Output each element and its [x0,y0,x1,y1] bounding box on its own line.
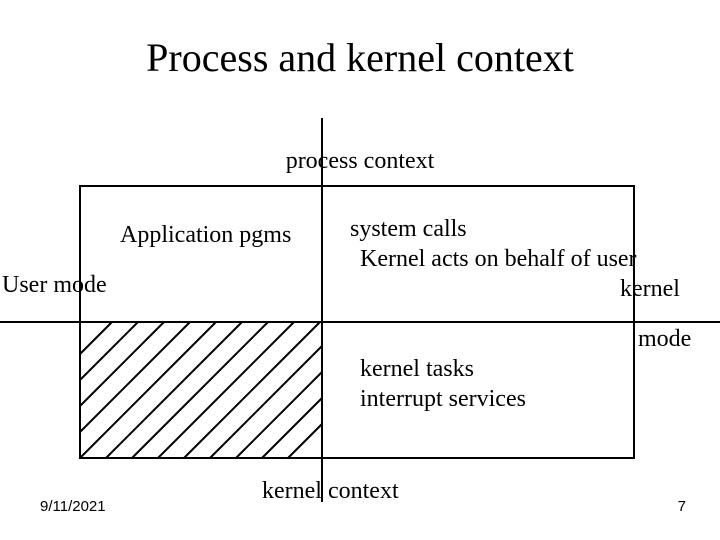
footer-date: 9/11/2021 [40,498,106,515]
mode-label: mode [638,326,691,353]
interrupt-services-label: interrupt services [360,386,526,413]
kernel-tasks-label: kernel tasks [360,356,474,383]
slide: Process and kernel context process conte… [0,0,720,540]
kernel-label: kernel [620,276,680,303]
user-mode-label: User mode [2,272,107,299]
kernel-acts-label: Kernel acts on behalf of user [360,246,637,273]
hatched-quadrant [80,322,322,458]
page-number: 7 [678,498,686,515]
kernel-context-label: kernel context [262,478,399,505]
system-calls-label: system calls [350,216,467,243]
application-pgms-label: Application pgms [120,222,291,249]
